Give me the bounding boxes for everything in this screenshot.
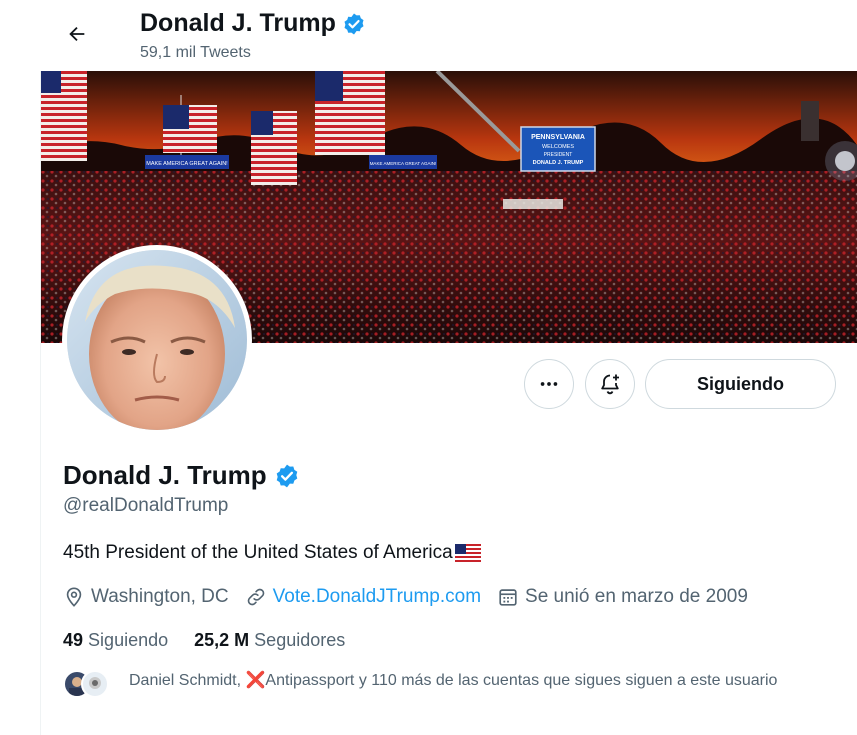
tweet-count: 59,1 mil Tweets [140, 44, 251, 61]
bell-plus-icon [601, 374, 619, 395]
more-horizontal-icon [540, 382, 558, 386]
mutual-name-2: Antipassport [265, 672, 355, 689]
verified-badge-icon [344, 13, 364, 34]
mutual-name-1: Daniel Schmidt, [129, 672, 242, 689]
svg-text:PENNSYLVANIA: PENNSYLVANIA [531, 134, 585, 141]
profile-stats: 49 Siguiendo 25,2 M Seguidores [63, 630, 371, 651]
mutual-avatars [63, 670, 115, 698]
avatar-image [67, 250, 247, 430]
cross-mark-icon: ❌ [245, 672, 266, 689]
banner-sign-1-text: MAKE AMERICA GREAT AGAIN! [146, 161, 228, 167]
followers-stat[interactable]: 25,2 M Seguidores [194, 630, 345, 651]
arrow-left-icon [69, 26, 85, 42]
flag-left [41, 71, 87, 161]
flag-3 [315, 71, 385, 155]
mutual-rest: y 110 más de las cuentas que sigues sigu… [358, 672, 778, 689]
verified-badge-icon [276, 464, 297, 487]
mutual-followers-text: Daniel Schmidt, ❌Antipassport y 110 más … [129, 670, 809, 692]
joined-text: Se unió en marzo de 2009 [525, 586, 748, 607]
website-link[interactable]: Vote.DonaldJTrump.com [273, 586, 481, 608]
website-item: Vote.DonaldJTrump.com [245, 586, 481, 608]
following-button[interactable]: Siguiendo [645, 359, 836, 409]
joined-item: Se unió en marzo de 2009 [497, 586, 748, 608]
banner-screen: PENNSYLVANIA WELCOMES PRESIDENT DONALD J… [520, 126, 596, 172]
bio-text: 45th President of the United States of A… [63, 542, 453, 563]
more-button[interactable] [524, 359, 574, 409]
following-stat[interactable]: 49 Siguiendo [63, 630, 168, 651]
link-icon [247, 588, 264, 606]
flag-2 [251, 111, 297, 185]
calendar-icon [499, 589, 517, 606]
profile-avatar[interactable] [62, 245, 252, 435]
header-title-row: Donald J. Trump [140, 9, 366, 38]
following-label: Siguiendo [88, 630, 169, 650]
location-text: Washington, DC [91, 586, 229, 607]
notifications-button[interactable] [585, 359, 635, 409]
banner-sign-2-text: MAKE AMERICA GREAT AGAIN! [370, 161, 437, 166]
svg-text:WELCOMES: WELCOMES [542, 144, 574, 150]
followers-you-know[interactable]: Daniel Schmidt, ❌Antipassport y 110 más … [63, 670, 809, 698]
header-title: Donald J. Trump [140, 9, 336, 37]
profile-handle: @realDonaldTrump [63, 495, 229, 516]
profile-name-row: Donald J. Trump [63, 460, 300, 491]
followers-count: 25,2 M [194, 630, 250, 650]
us-flag-icon [454, 544, 481, 562]
svg-text:PRESIDENT: PRESIDENT [544, 152, 573, 158]
back-button[interactable] [60, 17, 94, 51]
avatar [81, 670, 109, 698]
profile-header: Donald J. Trump 59,1 mil Tweets [40, 0, 857, 71]
profile-name: Donald J. Trump [63, 460, 267, 490]
followers-label: Seguidores [254, 630, 346, 650]
profile-meta: Washington, DC Vote.DonaldJTrump.com Se … [63, 586, 764, 608]
location-item: Washington, DC [63, 586, 229, 608]
svg-text:DONALD J. TRUMP: DONALD J. TRUMP [533, 160, 584, 166]
location-pin-icon [66, 587, 82, 607]
profile-bio: 45th President of the United States of A… [63, 542, 481, 564]
following-count: 49 [63, 630, 84, 650]
